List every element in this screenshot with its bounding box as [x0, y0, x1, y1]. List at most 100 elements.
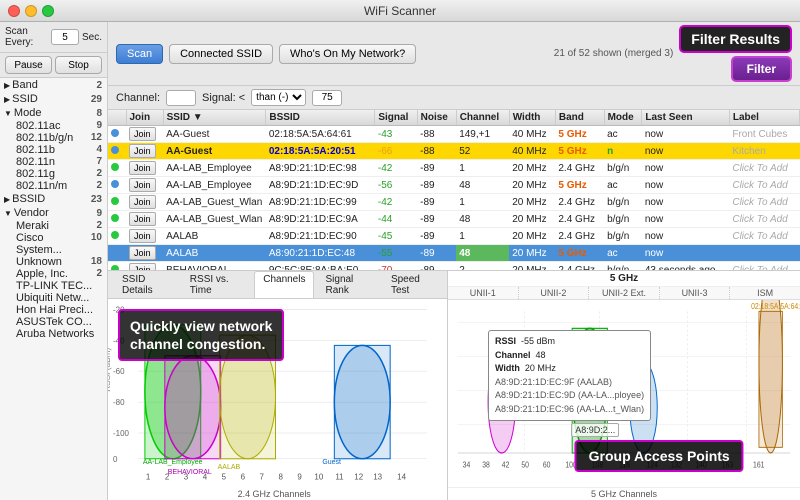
- sidebar-item-tplink[interactable]: TP-LINK TEC...: [0, 280, 107, 292]
- whos-on-my-network-button[interactable]: Who's On My Network?: [279, 44, 416, 64]
- col-ssid: SSID ▼: [163, 110, 266, 126]
- cell-join: Join: [126, 228, 163, 245]
- sidebar-label-asus: ASUSTek CO...: [16, 316, 92, 328]
- unii3-label: UNII-3: [660, 287, 731, 299]
- cell-signal: -66: [375, 143, 417, 160]
- join-button[interactable]: Join: [129, 246, 156, 260]
- cell-label[interactable]: Front Cubes: [729, 126, 799, 143]
- join-button[interactable]: Join: [129, 195, 156, 209]
- svg-text:38: 38: [482, 460, 490, 470]
- col-label: Label: [729, 110, 799, 126]
- cell-join: Join: [126, 245, 163, 262]
- sidebar-label-ubiquiti: Ubiquiti Netw...: [16, 292, 89, 304]
- cell-width: 20 MHz: [509, 194, 555, 211]
- join-button[interactable]: Join: [129, 178, 156, 192]
- sidebar-item-vendor[interactable]: ▼Vendor 9: [0, 206, 107, 220]
- table-row[interactable]: Join AA-LAB_Guest_Wlan A8:9D:21:1D:EC:99…: [108, 194, 800, 211]
- tab-signal-rank[interactable]: Signal Rank: [316, 271, 379, 298]
- channel-filter-label: Channel:: [116, 92, 160, 104]
- sidebar-item-80211g[interactable]: 802.11g 2: [0, 168, 107, 180]
- cell-label[interactable]: Click To Add: [729, 262, 799, 271]
- cell-indicator: [108, 126, 126, 143]
- sidebar-item-bssid[interactable]: ▶BSSID 23: [0, 192, 107, 206]
- cell-last-seen: now: [642, 245, 729, 262]
- cell-band: 2.4 GHz: [555, 160, 604, 177]
- tooltip-channel: Channel 48: [495, 349, 644, 363]
- bottom-section: SSID Details RSSI vs. Time Channels Sign…: [108, 270, 800, 500]
- tab-rssi-time[interactable]: RSSI vs. Time: [181, 271, 252, 298]
- tooltip-rssi: RSSI -55 dBm: [495, 335, 644, 349]
- sidebar-item-80211n[interactable]: 802.11n 7: [0, 156, 107, 168]
- cell-width: 40 MHz: [509, 126, 555, 143]
- join-button[interactable]: Join: [129, 229, 156, 243]
- maximize-button[interactable]: [42, 5, 54, 17]
- minimize-button[interactable]: [25, 5, 37, 17]
- table-row[interactable]: Join AALAB A8:90:21:1D:EC:48 -55 -89 48 …: [108, 245, 800, 262]
- cell-label[interactable]: Click To Add: [729, 177, 799, 194]
- table-row[interactable]: Join BEHAVIORAL 9C:5C:8E:8A:BA:E0 -70 -8…: [108, 262, 800, 271]
- sidebar-item-80211ac[interactable]: 802.11ac 9: [0, 120, 107, 132]
- cell-last-seen: now: [642, 194, 729, 211]
- join-button[interactable]: Join: [129, 263, 156, 270]
- signal-value-input[interactable]: [312, 90, 342, 106]
- cell-signal: -55: [375, 245, 417, 262]
- scan-button[interactable]: Scan: [116, 44, 163, 64]
- table-row[interactable]: Join AA-Guest 02:18:5A:5A:64:61 -43 -88 …: [108, 126, 800, 143]
- cell-label[interactable]: Click To Add: [729, 194, 799, 211]
- sidebar-label-meraki: Meraki: [16, 220, 49, 232]
- svg-text:1: 1: [146, 472, 151, 481]
- cell-join: Join: [126, 126, 163, 143]
- cell-label[interactable]: [729, 245, 799, 262]
- sidebar-item-unknown[interactable]: Unknown 18: [0, 256, 107, 268]
- sidebar-item-apple[interactable]: Apple, Inc. 2: [0, 268, 107, 280]
- join-button[interactable]: Join: [129, 161, 156, 175]
- signal-comparator-select[interactable]: than (-): [251, 89, 306, 106]
- cell-join: Join: [126, 211, 163, 228]
- sidebar-item-mode[interactable]: ▼Mode 8: [0, 106, 107, 120]
- filter-button[interactable]: Filter: [731, 56, 792, 82]
- cell-mode: ac: [604, 177, 642, 194]
- sidebar-item-aruba[interactable]: Aruba Networks: [0, 328, 107, 340]
- table-row[interactable]: Join AA-Guest 02:18:5A:5A:20:51 -66 -88 …: [108, 143, 800, 160]
- sidebar-item-ubiquiti[interactable]: Ubiquiti Netw...: [0, 292, 107, 304]
- connected-ssid-button[interactable]: Connected SSID: [169, 44, 273, 64]
- svg-text:14: 14: [397, 472, 406, 481]
- sidebar-label-bssid: BSSID: [12, 193, 45, 205]
- cell-last-seen: now: [642, 211, 729, 228]
- table-row[interactable]: Join AALAB A8:9D:21:1D:EC:90 -45 -89 1 2…: [108, 228, 800, 245]
- tab-ssid-details[interactable]: SSID Details: [113, 271, 179, 298]
- sidebar-count-meraki: 2: [96, 220, 102, 232]
- col-band: Band: [555, 110, 604, 126]
- join-button[interactable]: Join: [129, 144, 156, 158]
- cell-label[interactable]: Click To Add: [729, 160, 799, 177]
- cell-label[interactable]: Kitchen: [729, 143, 799, 160]
- sidebar-item-band[interactable]: ▶Band 2: [0, 78, 107, 92]
- channel-filter-input[interactable]: [166, 90, 196, 106]
- sidebar-item-asus[interactable]: ASUSTek CO...: [0, 316, 107, 328]
- sidebar-label-cisco: Cisco System...: [16, 232, 91, 256]
- sidebar-label-mode: Mode: [14, 107, 42, 119]
- join-button[interactable]: Join: [129, 212, 156, 226]
- sidebar-item-80211bgn[interactable]: 802.11b/g/n 12: [0, 132, 107, 144]
- cell-label[interactable]: Click To Add: [729, 211, 799, 228]
- stop-button[interactable]: Stop: [55, 56, 102, 74]
- cell-label[interactable]: Click To Add: [729, 228, 799, 245]
- table-row[interactable]: Join AA-LAB_Employee A8:9D:21:1D:EC:98 -…: [108, 160, 800, 177]
- sidebar-item-80211b[interactable]: 802.11b 4: [0, 144, 107, 156]
- pause-button[interactable]: Pause: [5, 56, 52, 74]
- tab-speed-test[interactable]: Speed Test: [382, 271, 442, 298]
- filter-bar: Channel: Signal: < than (-): [108, 86, 800, 110]
- table-row[interactable]: Join AA-LAB_Employee A8:9D:21:1D:EC:9D -…: [108, 177, 800, 194]
- cell-bssid: A8:9D:21:1D:EC:98: [266, 160, 375, 177]
- join-button[interactable]: Join: [129, 127, 156, 141]
- sidebar-item-80211nm[interactable]: 802.11n/m 2: [0, 180, 107, 192]
- sidebar-item-ssid[interactable]: ▶SSID 29: [0, 92, 107, 106]
- scan-every-input[interactable]: [51, 29, 79, 45]
- table-row[interactable]: Join AA-LAB_Guest_Wlan A8:9D:21:1D:EC:9A…: [108, 211, 800, 228]
- sidebar-item-honhai[interactable]: Hon Hai Preci...: [0, 304, 107, 316]
- cell-last-seen: now: [642, 143, 729, 160]
- sidebar-item-cisco[interactable]: Cisco System... 10: [0, 232, 107, 256]
- sidebar-item-meraki[interactable]: Meraki 2: [0, 220, 107, 232]
- tab-channels[interactable]: Channels: [254, 271, 314, 298]
- close-button[interactable]: [8, 5, 20, 17]
